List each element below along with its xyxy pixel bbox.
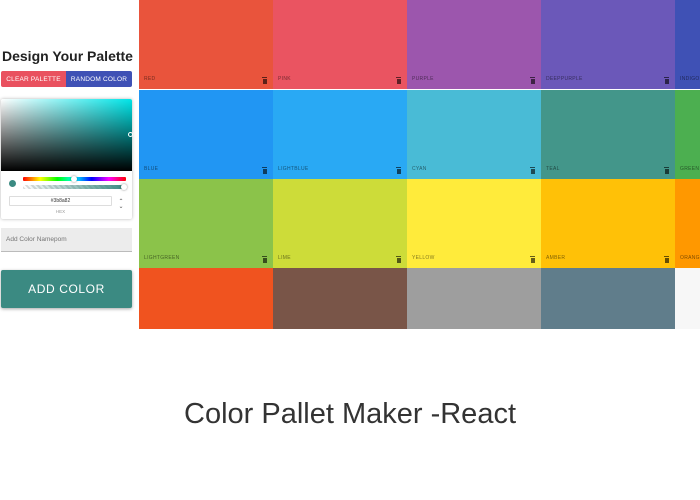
- color-box-name: orange: [680, 255, 700, 261]
- color-box[interactable]: red: [139, 0, 273, 89]
- trash-icon[interactable]: [530, 167, 535, 174]
- hex-input[interactable]: [9, 196, 112, 206]
- caption: Color Pallet Maker -React: [184, 398, 516, 430]
- palette-grid: red pink purple deeppurple indigo blue lightbl…: [139, 0, 700, 329]
- color-box[interactable]: [675, 268, 700, 329]
- color-box-name: red: [144, 76, 156, 82]
- color-picker: HEX ⌃⌄: [1, 99, 133, 219]
- color-box-name: green: [680, 166, 700, 172]
- color-box[interactable]: orange: [675, 179, 700, 268]
- trash-icon[interactable]: [530, 256, 535, 263]
- trash-icon[interactable]: [262, 256, 267, 263]
- saturation-area[interactable]: [1, 99, 132, 171]
- trash-icon[interactable]: [664, 77, 669, 84]
- color-box[interactable]: [273, 268, 407, 329]
- saturation-pointer[interactable]: [128, 132, 133, 137]
- hex-label: HEX: [55, 209, 66, 214]
- color-box-name: deeppurple: [546, 76, 583, 82]
- trash-icon[interactable]: [262, 77, 267, 84]
- color-box[interactable]: [139, 268, 273, 329]
- format-toggle-icon[interactable]: ⌃ ⌄: [117, 199, 125, 212]
- color-box-name: cyan: [412, 166, 427, 172]
- alpha-slider-handle[interactable]: [121, 184, 127, 190]
- color-box-name: teal: [546, 166, 560, 172]
- trash-icon[interactable]: [530, 77, 535, 84]
- color-box[interactable]: amber: [541, 179, 675, 268]
- color-box-name: lime: [278, 255, 291, 261]
- palette-actions: CLEAR PALETTE RANDOM COLOR: [1, 71, 132, 87]
- color-box[interactable]: green: [675, 90, 700, 179]
- add-color-button[interactable]: ADD COLOR: [1, 270, 132, 308]
- color-box-name: lightblue: [278, 166, 309, 172]
- color-box-name: amber: [546, 255, 566, 261]
- color-box[interactable]: lime: [273, 179, 407, 268]
- color-box-name: indigo: [680, 76, 700, 82]
- trash-icon[interactable]: [262, 167, 267, 174]
- random-color-button[interactable]: RANDOM COLOR: [66, 71, 132, 87]
- color-box[interactable]: pink: [273, 0, 407, 89]
- hue-slider-handle[interactable]: [71, 176, 77, 182]
- current-color-swatch: [9, 180, 16, 187]
- color-box[interactable]: [541, 268, 675, 329]
- color-box-name: lightgreen: [144, 255, 180, 261]
- trash-icon[interactable]: [664, 167, 669, 174]
- color-name-input[interactable]: [1, 228, 132, 252]
- color-box[interactable]: indigo: [675, 0, 700, 89]
- color-box[interactable]: blue: [139, 90, 273, 179]
- sidebar-title: Design Your Palette: [2, 48, 133, 64]
- color-box[interactable]: lightblue: [273, 90, 407, 179]
- trash-icon[interactable]: [396, 167, 401, 174]
- color-box[interactable]: cyan: [407, 90, 541, 179]
- trash-icon[interactable]: [664, 256, 669, 263]
- color-box-name: yellow: [412, 255, 435, 261]
- color-box[interactable]: deeppurple: [541, 0, 675, 89]
- color-box[interactable]: yellow: [407, 179, 541, 268]
- clear-palette-button[interactable]: CLEAR PALETTE: [1, 71, 66, 87]
- sidebar: Design Your Palette CLEAR PALETTE RANDOM…: [0, 0, 134, 330]
- screen: Design Your Palette CLEAR PALETTE RANDOM…: [0, 0, 700, 500]
- color-box[interactable]: teal: [541, 90, 675, 179]
- color-box-name: pink: [278, 76, 291, 82]
- color-box-name: purple: [412, 76, 434, 82]
- color-box[interactable]: [407, 268, 541, 329]
- color-box[interactable]: lightgreen: [139, 179, 273, 268]
- trash-icon[interactable]: [396, 256, 401, 263]
- color-box-name: blue: [144, 166, 159, 172]
- color-box[interactable]: purple: [407, 0, 541, 89]
- alpha-slider[interactable]: [23, 185, 126, 189]
- trash-icon[interactable]: [396, 77, 401, 84]
